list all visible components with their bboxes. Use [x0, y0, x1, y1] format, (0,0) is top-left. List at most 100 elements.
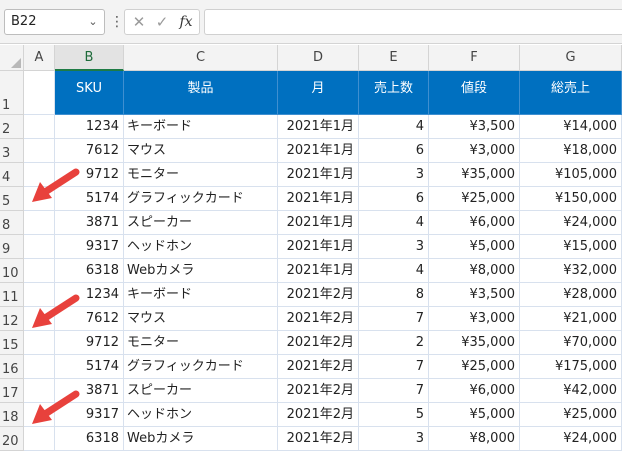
table-cell[interactable]: 1234	[55, 115, 124, 139]
table-header-cell[interactable]: 売上数	[359, 71, 429, 115]
table-cell[interactable]: ¥35,000	[429, 331, 520, 355]
table-cell[interactable]	[24, 115, 55, 139]
table-cell[interactable]: 2021年1月	[278, 235, 359, 259]
table-cell[interactable]: 4	[359, 259, 429, 283]
table-cell[interactable]: 6318	[55, 259, 124, 283]
row-header[interactable]: 10	[0, 259, 24, 283]
table-cell[interactable]: ¥150,000	[520, 187, 622, 211]
table-cell[interactable]	[24, 427, 55, 451]
table-cell[interactable]: 2021年1月	[278, 211, 359, 235]
table-cell[interactable]: 2021年2月	[278, 379, 359, 403]
table-cell[interactable]: ¥28,000	[520, 283, 622, 307]
table-cell[interactable]: 2021年1月	[278, 187, 359, 211]
column-header-g[interactable]: G	[520, 45, 622, 71]
table-cell[interactable]: マウス	[124, 307, 278, 331]
table-cell[interactable]: グラフィックカード	[124, 187, 278, 211]
table-cell[interactable]	[24, 259, 55, 283]
table-cell[interactable]: ¥32,000	[520, 259, 622, 283]
select-all-corner[interactable]	[0, 45, 24, 71]
table-cell[interactable]: ¥25,000	[429, 187, 520, 211]
row-header[interactable]: 3	[0, 139, 24, 163]
table-cell[interactable]: モニター	[124, 331, 278, 355]
table-cell[interactable]: 8	[359, 283, 429, 307]
row-header[interactable]: 4	[0, 163, 24, 187]
table-cell[interactable]: ¥3,500	[429, 115, 520, 139]
table-cell[interactable]: 7	[359, 355, 429, 379]
table-cell[interactable]: 5174	[55, 355, 124, 379]
row-header[interactable]: 20	[0, 427, 24, 451]
table-cell[interactable]: 3	[359, 163, 429, 187]
table-cell[interactable]: ¥21,000	[520, 307, 622, 331]
table-cell[interactable]: 6	[359, 187, 429, 211]
table-cell[interactable]: 6	[359, 139, 429, 163]
table-cell[interactable]: ¥8,000	[429, 427, 520, 451]
table-cell[interactable]: ¥24,000	[520, 427, 622, 451]
table-cell[interactable]: Webカメラ	[124, 427, 278, 451]
table-cell[interactable]: ¥105,000	[520, 163, 622, 187]
column-header-e[interactable]: E	[359, 45, 429, 71]
row-header[interactable]: 9	[0, 235, 24, 259]
table-cell[interactable]: ¥3,500	[429, 283, 520, 307]
row-header[interactable]: 18	[0, 403, 24, 427]
table-cell[interactable]: ¥8,000	[429, 259, 520, 283]
table-cell[interactable]: ¥6,000	[429, 211, 520, 235]
table-cell[interactable]: 2021年2月	[278, 283, 359, 307]
table-cell[interactable]: ¥15,000	[520, 235, 622, 259]
table-cell[interactable]: 9317	[55, 235, 124, 259]
table-cell[interactable]	[24, 139, 55, 163]
table-cell[interactable]: スピーカー	[124, 379, 278, 403]
table-cell[interactable]: ヘッドホン	[124, 235, 278, 259]
table-cell[interactable]: 2021年2月	[278, 403, 359, 427]
row-header[interactable]: 15	[0, 331, 24, 355]
table-header-cell[interactable]: 製品	[124, 71, 278, 115]
table-cell[interactable]: グラフィックカード	[124, 355, 278, 379]
table-cell[interactable]: 2021年1月	[278, 259, 359, 283]
table-cell[interactable]: ¥175,000	[520, 355, 622, 379]
table-cell[interactable]: マウス	[124, 139, 278, 163]
chevron-down-icon[interactable]: ⌄	[86, 10, 100, 34]
table-cell[interactable]: キーボード	[124, 283, 278, 307]
table-cell[interactable]: キーボード	[124, 115, 278, 139]
table-cell[interactable]	[24, 235, 55, 259]
table-cell[interactable]: ¥5,000	[429, 235, 520, 259]
table-cell[interactable]: モニター	[124, 163, 278, 187]
table-cell[interactable]: 7	[359, 379, 429, 403]
table-cell[interactable]: 4	[359, 211, 429, 235]
table-header-cell[interactable]: 値段	[429, 71, 520, 115]
table-cell[interactable]: ¥18,000	[520, 139, 622, 163]
table-cell[interactable]: ¥42,000	[520, 379, 622, 403]
fx-icon[interactable]: fx	[175, 10, 197, 34]
table-cell[interactable]: 3	[359, 235, 429, 259]
table-cell[interactable]: 9712	[55, 331, 124, 355]
table-cell[interactable]: ¥25,000	[520, 403, 622, 427]
row-header[interactable]: 2	[0, 115, 24, 139]
column-header-a[interactable]: A	[24, 45, 55, 71]
formula-input[interactable]	[204, 9, 622, 35]
table-cell[interactable]: 7	[359, 307, 429, 331]
column-header-b[interactable]: B	[55, 45, 124, 71]
table-cell[interactable]: ¥5,000	[429, 403, 520, 427]
table-header-cell[interactable]: SKU	[55, 71, 124, 115]
row-header[interactable]: 5	[0, 187, 24, 211]
table-cell[interactable]: 2021年2月	[278, 427, 359, 451]
table-cell[interactable]: ¥24,000	[520, 211, 622, 235]
name-box[interactable]: B22 ⌄	[4, 9, 105, 35]
table-cell[interactable]	[24, 211, 55, 235]
table-cell[interactable]: 3	[359, 427, 429, 451]
table-cell[interactable]: ¥3,000	[429, 307, 520, 331]
table-cell[interactable]: 2021年1月	[278, 115, 359, 139]
table-cell[interactable]: ヘッドホン	[124, 403, 278, 427]
row-header[interactable]: 16	[0, 355, 24, 379]
table-cell[interactable]: ¥35,000	[429, 163, 520, 187]
table-cell[interactable]	[24, 331, 55, 355]
table-cell[interactable]: 2021年1月	[278, 163, 359, 187]
table-cell[interactable]: 5	[359, 403, 429, 427]
check-icon[interactable]: ✓	[152, 10, 172, 34]
table-cell[interactable]: ¥14,000	[520, 115, 622, 139]
table-cell[interactable]: ¥6,000	[429, 379, 520, 403]
column-header-f[interactable]: F	[429, 45, 520, 71]
table-cell[interactable]	[24, 355, 55, 379]
table-header-cell[interactable]: 総売上	[520, 71, 622, 115]
table-cell[interactable]: 4	[359, 115, 429, 139]
table-cell[interactable]: 6318	[55, 427, 124, 451]
